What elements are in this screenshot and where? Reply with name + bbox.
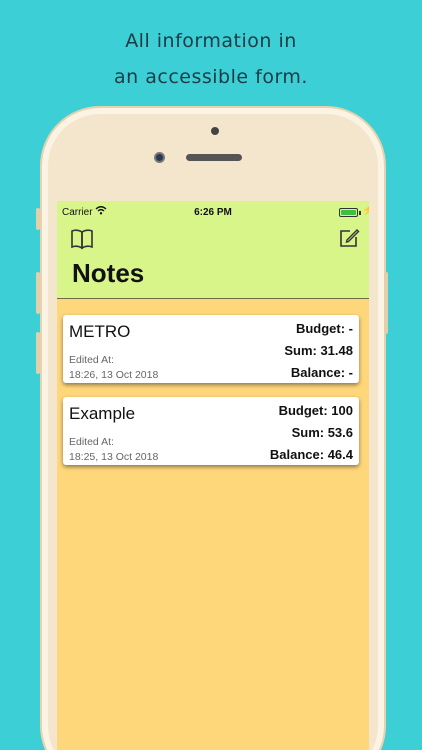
note-name: METRO bbox=[69, 322, 131, 341]
promo-caption-line1: All information in bbox=[125, 30, 297, 52]
budget-value: Budget: - bbox=[295, 321, 353, 336]
book-icon[interactable] bbox=[70, 228, 94, 255]
status-time: 6:26 PM bbox=[194, 207, 232, 218]
note-card[interactable]: Example Edited At: 18:25, 13 Oct 2018 Bu… bbox=[63, 397, 359, 465]
note-stats: Budget: 100 Sum: 53.6 Balance: 46.4 bbox=[270, 403, 353, 469]
volume-down-button bbox=[36, 332, 40, 374]
navigation-bar: Carrier 6:26 PM ⚡ Notes bbox=[57, 201, 369, 299]
sensor-dot bbox=[211, 127, 219, 135]
page-title: Notes bbox=[72, 258, 145, 288]
app-screen: Carrier 6:26 PM ⚡ Notes METRO Edited At:… bbox=[57, 201, 369, 750]
mute-switch bbox=[36, 208, 40, 230]
edited-label: Edited At: bbox=[69, 436, 114, 448]
front-camera bbox=[154, 152, 165, 163]
edited-date: 18:26, 13 Oct 2018 bbox=[69, 369, 159, 381]
earpiece-speaker bbox=[186, 154, 242, 161]
status-bar: Carrier 6:26 PM ⚡ bbox=[57, 205, 369, 219]
note-name: Example bbox=[69, 404, 136, 423]
edited-date: 18:25, 13 Oct 2018 bbox=[69, 451, 159, 463]
charging-icon: ⚡ bbox=[362, 205, 369, 216]
battery-tip bbox=[359, 211, 361, 215]
edited-label: Edited At: bbox=[69, 354, 114, 366]
sum-value: Sum: 53.6 bbox=[291, 425, 353, 440]
note-stats: Budget: - Sum: 31.48 Balance: - bbox=[284, 321, 353, 387]
sum-value: Sum: 31.48 bbox=[284, 343, 353, 358]
promo-caption-line2: an accessible form. bbox=[114, 66, 308, 88]
power-button bbox=[384, 272, 388, 334]
battery-icon bbox=[339, 208, 358, 217]
budget-value: Budget: 100 bbox=[278, 403, 353, 418]
volume-up-button bbox=[36, 272, 40, 314]
compose-icon[interactable] bbox=[338, 227, 360, 254]
balance-value: Balance: 46.4 bbox=[269, 447, 353, 462]
note-card[interactable]: METRO Edited At: 18:26, 13 Oct 2018 Budg… bbox=[63, 315, 359, 383]
balance-value: Balance: - bbox=[290, 365, 353, 380]
